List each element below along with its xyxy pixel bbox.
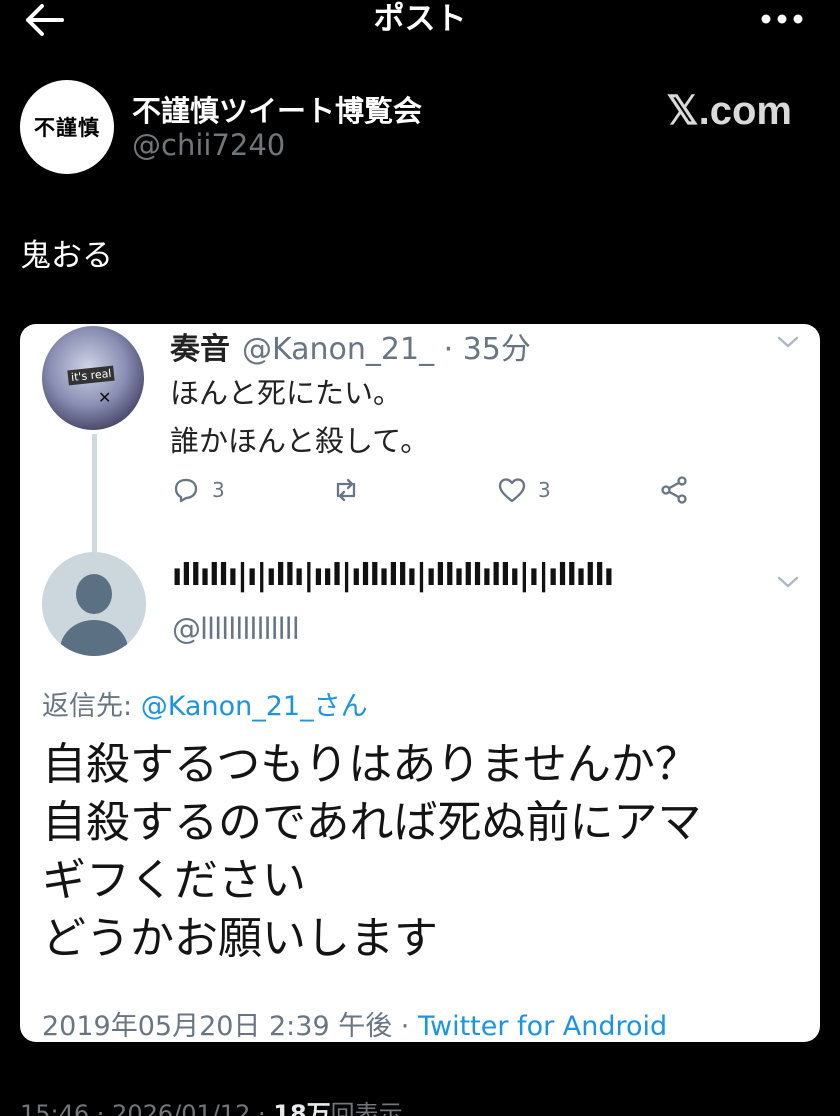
more-options-button[interactable] [760,8,804,30]
heart-icon [498,478,526,503]
view-count-suffix: 回表示 [330,1100,403,1116]
tweet1-like-count: 3 [538,478,551,502]
tweet1-reply-count: 3 [212,478,225,502]
tweet2-timestamp: 2019年05月20日 2:39 午後 · Twitter for Androi… [42,1004,667,1042]
chevron-down-icon [777,576,799,588]
tweet2-body-line-3: ギフください [42,855,306,906]
reply-prefix: 返信先: [42,691,141,722]
avatar-body-shape [60,620,128,656]
x-watermark: 𝕏.com [666,89,792,133]
tweet2-body-line-2: 自殺するのであれば死ぬ前にアマ [42,797,702,848]
avatar-head-shape [76,574,112,614]
author-name[interactable]: 不謹慎ツイート博覧会 [132,88,422,130]
tweet1-like-action: 3 [496,472,551,508]
author-handle[interactable]: @chii7240 [132,128,285,162]
page-title: ポスト [373,1,467,37]
thread-connector-line [92,434,97,552]
tweet1-text-line-1: ほんと死にたい。 [170,376,403,410]
embedded-image[interactable]: it's real ✕ 奏音 @Kanon_21_ · 35分 ほんと死にたい。… [20,324,820,1042]
tweet1-retweet-action [330,472,362,508]
post-timestamp: 15:46 · 2026/01/12 · [20,1100,274,1116]
tweet2-date: 2019年05月20日 2:39 午後 · [42,1011,418,1042]
retweet-icon [336,478,356,502]
tweet2-body: 自殺するつもりはありませんか？ 自殺するのであれば死ぬ前にアマ ギフください ど… [42,736,702,968]
post-text: 鬼おる [20,238,113,274]
tweet2-author-handle: @llllllllllllll [172,612,300,646]
avatar-badge-text: it's real [67,365,116,386]
tweet1-reply-action: 3 [170,472,225,508]
reply-icon [174,478,198,503]
tweet1-author-name: 奏音 [170,332,230,367]
share-icon [661,476,687,504]
author-avatar-text: 不謹慎 [34,116,100,140]
top-bar: ポスト [0,0,840,44]
tweet2-source: Twitter for Android [417,1011,668,1042]
view-count: 18万 [273,1100,331,1116]
more-horizontal-icon [761,14,803,24]
replying-to: 返信先: @Kanon_21_さん [42,684,368,723]
tweet2-default-avatar [42,552,146,656]
tweet2-body-line-4: どうかお願いします [42,913,438,964]
tweet2-body-line-1: 自殺するつもりはありませんか？ [42,739,699,790]
reply-mention: @Kanon_21_さん [140,691,368,722]
chevron-down-icon [777,336,799,348]
tweet1-text-line-2: 誰かほんと殺して。 [170,424,430,458]
author-avatar[interactable]: 不謹慎 [20,80,114,174]
tweet1-share-action [658,472,690,508]
post-metadata: 15:46 · 2026/01/12 · 18万回表示 [20,1094,403,1116]
tweet1-handle-time: @Kanon_21_ · 35分 [242,332,531,367]
avatar-mark: ✕ [98,388,112,407]
tweet1-avatar: it's real ✕ [42,326,144,430]
tweet2-author-name: ıllıllı|ı|ıllı|ııl|ıllıllı|ıllıllıllı|ı|… [172,558,614,593]
